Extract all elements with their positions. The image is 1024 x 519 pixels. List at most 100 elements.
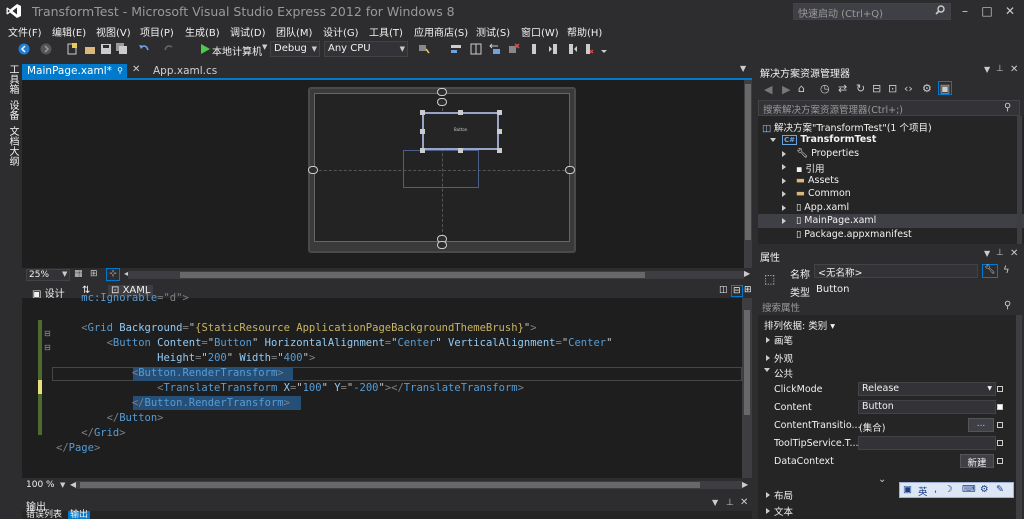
category-common[interactable]: 公共 — [774, 366, 793, 380]
expand-arrow-icon[interactable] — [782, 218, 786, 224]
margin-adorner-icon[interactable] — [308, 166, 318, 174]
menu-window[interactable]: 窗口(W) — [521, 24, 559, 39]
view-code-icon[interactable]: ‹› — [904, 82, 913, 95]
menu-tools[interactable]: 工具(T) — [369, 24, 403, 39]
expand-arrow-icon[interactable] — [782, 205, 786, 211]
advanced-options-icon[interactable] — [997, 386, 1003, 392]
events-lightning-icon[interactable]: ϟ — [1003, 265, 1010, 276]
minimize-button[interactable]: – — [954, 2, 976, 20]
run-target-label[interactable]: 本地计算机 — [212, 43, 262, 58]
resize-handle[interactable] — [420, 148, 425, 153]
tree-item-references[interactable]: ▪ 引用 — [796, 161, 825, 175]
margin-adorner-icon[interactable] — [437, 241, 447, 249]
scroll-right-icon[interactable]: ▶ — [742, 480, 748, 489]
code-line[interactable]: <Button Content="Button" HorizontalAlign… — [56, 336, 613, 350]
pin-icon[interactable]: ⊥ — [996, 64, 1004, 74]
vertical-split-icon[interactable]: ◫ — [719, 285, 728, 295]
menu-design[interactable]: 设计(G) — [323, 24, 359, 39]
code-line[interactable]: <TranslateTransform X="100" Y="-200"></T… — [56, 381, 524, 395]
sync-icon[interactable]: ⇄ — [838, 82, 847, 95]
home-icon[interactable]: ⌂ — [798, 82, 805, 95]
editor-horizontal-scroll-thumb[interactable] — [80, 482, 700, 488]
grid-icon[interactable]: ▦ — [74, 269, 83, 279]
pin-icon[interactable]: ⚲ — [117, 66, 123, 75]
chevron-down-icon[interactable]: ▼ — [984, 65, 990, 74]
search-icon[interactable]: ⚲ — [1004, 102, 1011, 113]
menu-project[interactable]: 项目(P) — [140, 24, 174, 39]
editor-vertical-scroll-thumb[interactable] — [744, 310, 750, 415]
solution-search-input[interactable]: 搜索解决方案资源管理器(Ctrl+;) — [758, 100, 1020, 116]
ime-keyboard-icon[interactable]: ⌨ — [962, 484, 976, 495]
properties-scrollbar[interactable] — [1016, 315, 1022, 519]
properties-icon[interactable]: ⚙ — [922, 82, 932, 95]
forward-icon[interactable]: ▶ — [782, 83, 790, 96]
pin-icon[interactable]: ⊥ — [996, 248, 1004, 258]
open-file-icon[interactable] — [84, 43, 96, 55]
forward-icon[interactable] — [40, 43, 52, 55]
menu-test[interactable]: 测试(S) — [476, 24, 510, 39]
back-icon[interactable]: ◀ — [764, 83, 772, 96]
expand-more-icon[interactable]: ⌄ — [878, 474, 886, 485]
show-all-files-icon[interactable]: ⊡ — [888, 82, 897, 95]
resize-handle[interactable] — [420, 110, 425, 115]
snap-grid-icon[interactable]: ⊞ — [90, 269, 98, 279]
margin-adorner-icon[interactable] — [565, 166, 575, 174]
bookmark-icon[interactable] — [528, 43, 540, 55]
quick-launch-input[interactable]: 快速启动 (Ctrl+Q) — [793, 3, 951, 20]
tab-output[interactable]: 输出 — [68, 511, 91, 519]
search-icon[interactable] — [935, 5, 945, 15]
category-layout[interactable]: 布局 — [774, 488, 793, 502]
menu-file[interactable]: 文件(F) — [8, 24, 42, 39]
close-icon[interactable]: ✕ — [1010, 64, 1018, 75]
advanced-options-icon[interactable] — [997, 458, 1003, 464]
menu-team[interactable]: 团队(M) — [276, 24, 312, 39]
collapse-pane-icon[interactable]: ⊞ — [744, 285, 752, 295]
resize-handle[interactable] — [458, 110, 463, 115]
datacontext-new-button[interactable]: 新建 — [960, 454, 994, 469]
prop-value-tooltipservice[interactable] — [858, 436, 996, 450]
toolbar-options-icon[interactable] — [598, 43, 610, 55]
chevron-down-icon[interactable]: ▼ — [712, 498, 718, 507]
resize-handle[interactable] — [458, 148, 463, 153]
preview-icon[interactable]: ▣ — [938, 81, 952, 95]
code-line[interactable]: </Button.RenderTransform> — [56, 396, 290, 410]
tree-item-manifest[interactable]: ▯ Package.appxmanifest — [796, 229, 912, 242]
collapse-all-icon[interactable]: ⊟ — [872, 82, 881, 95]
tab-error-list[interactable]: 错误列表 — [26, 511, 62, 519]
tab-list-dropdown-icon[interactable]: ▼ — [740, 64, 746, 73]
designer-horizontal-scroll-thumb[interactable] — [180, 272, 645, 278]
expand-arrow-icon[interactable] — [766, 508, 770, 514]
remove-icon[interactable] — [508, 43, 520, 55]
redo-icon[interactable] — [163, 43, 175, 55]
resize-handle[interactable] — [497, 129, 502, 134]
layout-icon[interactable] — [470, 43, 482, 55]
solution-scrollbar[interactable] — [1017, 116, 1022, 244]
maximize-button[interactable]: □ — [976, 2, 998, 20]
config-combo[interactable]: Debug ▼ — [270, 41, 320, 57]
expand-arrow-icon[interactable] — [782, 151, 786, 157]
save-icon[interactable] — [100, 43, 112, 55]
expand-arrow-icon[interactable] — [766, 337, 770, 343]
category-appearance[interactable]: 外观 — [774, 351, 793, 365]
document-outline-tab[interactable]: 文档大纲 — [5, 126, 20, 166]
pending-changes-icon[interactable]: ◷ — [820, 82, 830, 95]
advanced-options-icon[interactable] — [997, 404, 1003, 410]
advanced-options-icon[interactable] — [997, 440, 1003, 446]
menu-edit[interactable]: 编辑(E) — [52, 24, 86, 39]
scroll-right-icon[interactable]: ▶ — [744, 269, 750, 278]
pin-icon[interactable]: ⊥ — [726, 498, 734, 508]
prev-bookmark-icon[interactable] — [548, 43, 560, 55]
margin-adorner-icon[interactable] — [437, 98, 447, 106]
expand-arrow-icon[interactable] — [766, 492, 770, 498]
next-bookmark-icon[interactable] — [566, 43, 578, 55]
sort-by-dropdown[interactable]: 排列依据: 类别 ▾ — [764, 318, 835, 332]
expand-arrow-icon[interactable] — [770, 138, 776, 142]
collapse-arrow-icon[interactable] — [764, 368, 770, 372]
properties-wrench-icon[interactable]: 🔧︎ — [982, 264, 998, 278]
ime-halfwidth-icon[interactable]: ☽ — [944, 484, 953, 495]
ime-toolbar[interactable]: ▣ 英 , ☽ ⌨ ⚙ ✎ — [899, 482, 1014, 498]
close-icon[interactable]: ✕ — [1010, 248, 1018, 259]
expand-arrow-icon[interactable] — [766, 355, 770, 361]
name-input[interactable]: <无名称> — [814, 264, 978, 279]
collapse-grid-icon[interactable]: ⊟ — [44, 329, 51, 338]
